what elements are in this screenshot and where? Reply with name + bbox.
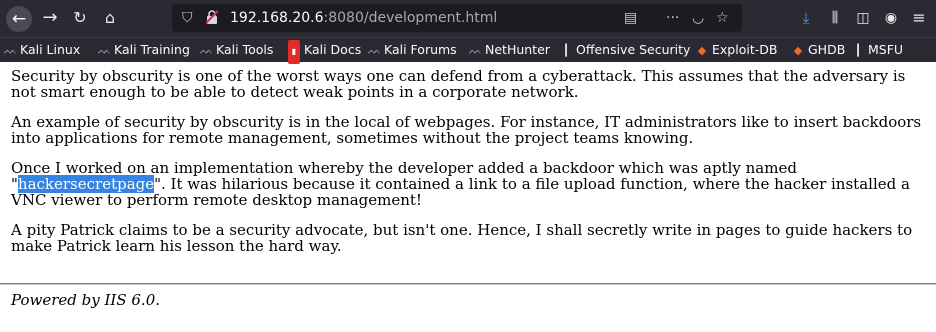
bookmark-label: NetHunter xyxy=(485,42,550,57)
sidebar-icon[interactable]: ◫ xyxy=(852,4,874,32)
kali-dragon-icon: ᨓ xyxy=(200,44,214,57)
page-content: Security by obscurity is one of the wors… xyxy=(11,62,931,268)
paragraph-hackersecretpage: Once I worked on an implementation where… xyxy=(11,160,931,208)
kali-dragon-icon: ᨓ xyxy=(98,44,112,57)
bookmark-label: Kali Training xyxy=(114,42,190,57)
bookmark-label: Exploit-DB xyxy=(712,42,778,57)
bookmark-exploit-db[interactable]: ◆ Exploit-DB xyxy=(696,38,778,62)
bookmark-label: Kali Tools xyxy=(216,42,274,57)
forward-arrow-icon[interactable]: → xyxy=(38,4,62,32)
bookmark-label: MSFU xyxy=(868,42,904,57)
paragraph-backdoors: An example of security by obscurity is i… xyxy=(11,113,922,147)
bookmark-offensive-security[interactable]: ┃ Offensive Security xyxy=(560,38,691,62)
page-actions-icon[interactable]: ··· xyxy=(666,4,679,32)
bookmark-label: Kali Docs xyxy=(304,42,362,57)
bookmark-kali-training[interactable]: ᨓ Kali Training xyxy=(98,38,190,62)
bookmark-ghdb[interactable]: ◆ GHDB xyxy=(792,38,846,62)
kali-docs-icon: ▮ xyxy=(288,40,300,64)
back-arrow-icon[interactable]: ← xyxy=(6,6,32,32)
footer-divider xyxy=(0,283,936,285)
bookmark-kali-tools[interactable]: ᨓ Kali Tools xyxy=(200,38,273,62)
kali-dragon-icon: ᨓ xyxy=(368,44,382,57)
offsec-icon: ┃ xyxy=(562,44,570,57)
url-path: :8080/development.html xyxy=(323,10,498,26)
bookmark-label: Kali Linux xyxy=(20,42,81,57)
paragraph-patrick: A pity Patrick claims to be a security a… xyxy=(11,221,913,255)
menu-icon[interactable]: ≡ xyxy=(908,4,930,32)
bookmark-label: GHDB xyxy=(808,42,846,57)
bookmark-kali-docs[interactable]: ▮ Kali Docs xyxy=(288,38,362,64)
bookmark-nethunter[interactable]: ᨓ NetHunter xyxy=(469,38,550,62)
shield-icon[interactable]: ⛉ xyxy=(182,4,193,32)
exploitdb-icon: ◆ xyxy=(697,44,707,57)
browser-toolbar: ← → ↻ ⌂ ⛉ 192.168.20.6:8080/development.… xyxy=(0,0,936,37)
url-text[interactable]: 192.168.20.6:8080/development.html xyxy=(230,4,497,32)
url-host: 192.168.20.6 xyxy=(230,10,324,26)
url-bar[interactable]: ⛉ 192.168.20.6:8080/development.html ▤ ·… xyxy=(172,4,742,32)
bookmark-star-icon[interactable]: ☆ xyxy=(716,4,729,32)
offsec-icon: ┃ xyxy=(854,44,862,57)
download-icon[interactable]: ⤓ xyxy=(796,4,816,32)
paragraph-obscurity: Security by obscurity is one of the wors… xyxy=(11,67,906,101)
home-icon[interactable]: ⌂ xyxy=(98,4,122,32)
ghdb-icon: ◆ xyxy=(793,44,803,57)
bookmark-label: Kali Forums xyxy=(384,42,457,57)
pocket-icon[interactable]: ◡ xyxy=(692,4,704,32)
bookmark-kali-forums[interactable]: ᨓ Kali Forums xyxy=(368,38,457,62)
bookmark-msfu[interactable]: ┃ MSFU xyxy=(852,38,903,62)
bookmark-kali-linux[interactable]: ᨓ Kali Linux xyxy=(4,38,80,62)
nethunter-icon: ᨓ xyxy=(469,44,483,57)
kali-dragon-icon: ᨓ xyxy=(4,44,18,57)
reload-icon[interactable]: ↻ xyxy=(68,4,92,32)
account-icon[interactable]: ◉ xyxy=(880,4,902,32)
bookmarks-bar: ᨓ Kali Linux ᨓ Kali Training ᨓ Kali Tools ▮… xyxy=(0,37,936,64)
library-icon[interactable]: ⫼ xyxy=(824,4,846,32)
bookmark-label: Offensive Security xyxy=(576,42,691,57)
footer-text: Powered by IIS 6.0. xyxy=(11,291,161,309)
reader-view-icon[interactable]: ▤ xyxy=(624,4,637,32)
insecure-lock-icon[interactable] xyxy=(205,4,219,32)
